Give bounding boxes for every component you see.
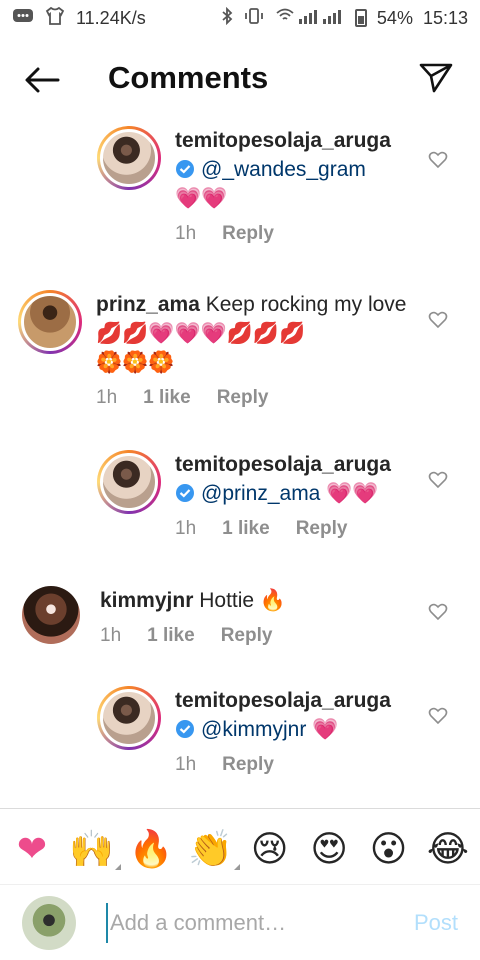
comment-meta: 1h 1 like Reply [100,625,400,647]
comment-emojis: 💗💗 [175,186,228,210]
comment-reply: temitopesolaja_aruga @kimmyjnr 💗 1h Repl… [97,686,475,776]
avatar[interactable] [97,450,161,514]
quick-reactions-bar: ❤ 🙌 🔥 👏 😢 😍 😮 😂 [0,820,480,880]
comment-time: 1h [96,387,118,408]
comment-input[interactable] [106,903,404,943]
verified-badge-icon [176,160,194,178]
comment-reply: temitopesolaja_aruga @prinz_ama 💗💗 1h 1 … [97,450,475,540]
comment-time: 1h [175,518,197,539]
battery-icon [354,9,367,27]
comment-username[interactable]: prinz_ama [96,293,200,316]
post-button[interactable]: Post [414,910,458,936]
comment-username[interactable]: temitopesolaja_aruga [175,129,391,152]
reaction-heart-eyes-emoji[interactable]: 😍 [307,828,351,872]
comment-username[interactable]: temitopesolaja_aruga [175,689,391,712]
comment-time: 1h [175,223,197,244]
avatar[interactable] [22,586,80,644]
divider [0,884,480,885]
avatar[interactable] [97,126,161,190]
reaction-crying-emoji[interactable]: 😢 [248,828,292,872]
comment-mention[interactable]: @prinz_ama [201,482,320,505]
comment: kimmyjnr Hottie 🔥 1h 1 like Reply [22,586,400,647]
comment-emojis: 💋💋💗💗💗💋💋💋 [96,321,306,345]
comment-time: 1h [100,625,122,646]
comment-body: Keep rocking my love [205,293,407,316]
verified-badge-icon [176,720,194,738]
comment-meta: 1h 1 like Reply [175,518,475,540]
comment-emojis: 💗 [312,717,339,741]
chat-icon [12,7,34,30]
comment: prinz_ama Keep rocking my love 💋💋💗💗💗💋💋💋 🏵… [18,290,416,409]
avatar[interactable] [18,290,82,354]
back-arrow-icon [25,67,60,93]
like-heart-icon[interactable] [428,470,448,490]
network-speed: 11.24K/s [76,7,146,28]
comment-meta: 1h 1 like Reply [96,387,416,409]
divider [0,808,480,809]
likes-count[interactable]: 1 like [143,387,191,409]
like-heart-icon[interactable] [428,706,448,726]
comment-meta: 1h Reply [175,223,475,245]
share-button[interactable] [416,58,456,98]
comment-username[interactable]: temitopesolaja_aruga [175,453,391,476]
comment-text: prinz_ama Keep rocking my love 💋💋💗💗💗💋💋💋 🏵… [96,290,416,377]
comment-mention[interactable]: @kimmyjnr [201,718,306,741]
reaction-surprised-emoji[interactable]: 😮 [367,828,411,872]
reaction-laughing-emoji[interactable]: 😂 [426,828,470,872]
bluetooth-icon [221,6,233,30]
back-button[interactable] [20,60,64,100]
clock: 15:13 [422,7,468,28]
reply-button[interactable]: Reply [296,518,348,540]
comment-emojis: 💗💗 [326,481,379,505]
reaction-raised-hands-emoji[interactable]: 🙌 [69,828,122,872]
comment-composer: Post [0,892,480,954]
comment-emojis-2: 🏵️🏵️🏵️ [96,350,175,374]
shirt-icon [44,6,66,31]
like-heart-icon[interactable] [428,310,448,330]
comment-text: kimmyjnr Hottie 🔥 [100,586,400,615]
likes-count[interactable]: 1 like [222,518,270,540]
like-heart-icon[interactable] [428,602,448,622]
comment-time: 1h [175,754,197,775]
comment-username[interactable]: kimmyjnr [100,589,193,612]
comment-body: Hottie [199,589,255,612]
wifi-signal-icon [275,7,345,30]
likes-count[interactable]: 1 like [147,625,195,647]
reply-button[interactable]: Reply [217,387,269,409]
comment-mention[interactable]: @_wandes_gram [201,158,366,181]
reply-button[interactable]: Reply [222,754,274,776]
reaction-clap-emoji[interactable]: 👏 [188,828,241,872]
verified-badge-icon [176,484,194,502]
comment-emojis: 🔥 [259,588,287,612]
battery-percent: 54% [376,7,413,28]
like-heart-icon[interactable] [428,150,448,170]
reply-button[interactable]: Reply [221,625,273,647]
page-title: Comments [108,60,269,95]
reaction-fire-emoji[interactable]: 🔥 [129,828,174,872]
status-bar: 11.24K/s 54% 15:13 [0,0,480,36]
comment-reply: temitopesolaja_aruga @_wandes_gram 💗💗 1h… [97,126,475,245]
header: Comments [0,36,480,124]
reply-button[interactable]: Reply [222,223,274,245]
send-icon [419,63,453,93]
reaction-heart-emoji[interactable]: ❤ [10,828,54,872]
comment-meta: 1h Reply [175,754,475,776]
avatar[interactable] [97,686,161,750]
my-avatar[interactable] [22,896,76,950]
vibrate-icon [243,7,265,30]
